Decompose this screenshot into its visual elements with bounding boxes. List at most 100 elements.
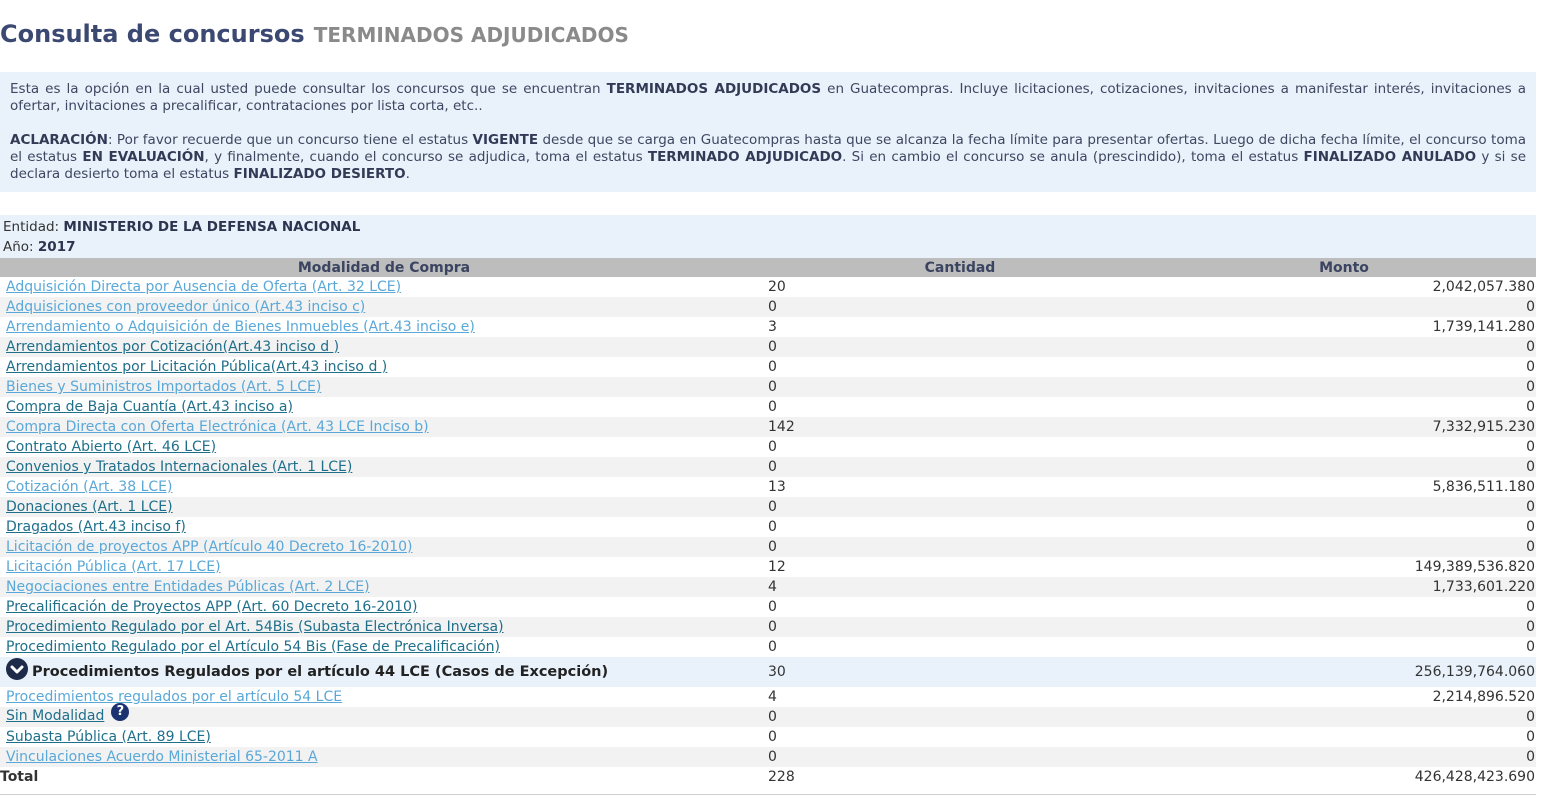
table-row: Compra Directa con Oferta Electrónica (A… [0, 417, 1536, 437]
cell-modality: Donaciones (Art. 1 LCE) [0, 497, 768, 517]
page-title: Consulta de concursos TERMINADOS ADJUDIC… [0, 20, 629, 48]
total-quantity: 228 [768, 767, 1152, 787]
cell-modality: Bienes y Suministros Importados (Art. 5 … [0, 377, 768, 397]
table-row: Contrato Abierto (Art. 46 LCE) 0 0 [0, 437, 1536, 457]
cell-amount: 0 [1152, 727, 1536, 747]
table-row: Procedimientos regulados por el artículo… [0, 687, 1536, 707]
modality-link[interactable]: Procedimiento Regulado por el Art. 54Bis… [6, 619, 504, 635]
cell-modality: Procedimiento Regulado por el Art. 54Bis… [0, 617, 768, 637]
modality-link[interactable]: Arrendamientos por Cotización(Art.43 inc… [6, 339, 339, 355]
modality-link[interactable]: Licitación de proyectos APP (Artículo 40… [6, 539, 413, 555]
cell-amount: 5,836,511.180 [1152, 477, 1536, 497]
table-row: Bienes y Suministros Importados (Art. 5 … [0, 377, 1536, 397]
table-row: Vinculaciones Acuerdo Ministerial 65-201… [0, 747, 1536, 767]
cell-quantity: 0 [768, 597, 1152, 617]
cell-modality: Subasta Pública (Art. 89 LCE) [0, 727, 768, 747]
column-header-modality[interactable]: Modalidad de Compra [0, 258, 768, 277]
table-row: Sin Modalidad? 0 0 [0, 703, 1536, 727]
table-row: Licitación de proyectos APP (Artículo 40… [0, 537, 1536, 557]
cell-amount: 0 [1152, 497, 1536, 517]
cell-modality: Arrendamientos por Licitación Pública(Ar… [0, 357, 768, 377]
modality-link[interactable]: Adquisiciones con proveedor único (Art.4… [6, 299, 365, 315]
modality-link[interactable]: Donaciones (Art. 1 LCE) [6, 499, 173, 515]
modality-link[interactable]: Subasta Pública (Art. 89 LCE) [6, 729, 211, 745]
cell-modality: Arrendamiento o Adquisición de Bienes In… [0, 317, 768, 337]
modality-link[interactable]: Licitación Pública (Art. 17 LCE) [6, 559, 221, 575]
cell-amount: 1,739,141.280 [1152, 317, 1536, 337]
cell-amount: 0 [1152, 597, 1536, 617]
cell-amount: 2,042,057.380 [1152, 277, 1536, 297]
entity-value: MINISTERIO DE LA DEFENSA NACIONAL [63, 219, 361, 235]
modality-link[interactable]: Sin Modalidad [6, 708, 104, 724]
cell-quantity: 0 [768, 397, 1152, 417]
cell-amount: 0 [1152, 617, 1536, 637]
help-icon[interactable]: ? [111, 703, 130, 721]
modality-link[interactable]: Procedimiento Regulado por el Artículo 5… [6, 639, 500, 655]
table-row: Adquisiciones con proveedor único (Art.4… [0, 297, 1536, 317]
cell-amount: 0 [1152, 537, 1536, 557]
cell-amount: 0 [1152, 437, 1536, 457]
cell-quantity: 0 [768, 437, 1152, 457]
cell-amount: 7,332,915.230 [1152, 417, 1536, 437]
group-label: Procedimientos Regulados por el artículo… [32, 664, 609, 680]
cell-amount: 0 [1152, 517, 1536, 537]
results-table: Modalidad de Compra Cantidad Monto Adqui… [0, 258, 1536, 787]
cell-amount: 256,139,764.060 [1152, 657, 1536, 687]
modality-link[interactable]: Cotización (Art. 38 LCE) [6, 479, 172, 495]
cell-modality: Licitación Pública (Art. 17 LCE) [0, 557, 768, 577]
cell-amount: 0 [1152, 747, 1536, 767]
modality-link[interactable]: Compra Directa con Oferta Electrónica (A… [6, 419, 429, 435]
modality-link[interactable]: Vinculaciones Acuerdo Ministerial 65-201… [6, 749, 318, 765]
year-value: 2017 [37, 239, 76, 255]
cell-quantity: 4 [768, 577, 1152, 597]
table-row: Donaciones (Art. 1 LCE) 0 0 [0, 497, 1536, 517]
modality-link[interactable]: Precalificación de Proyectos APP (Art. 6… [6, 599, 417, 615]
cell-amount: 149,389,536.820 [1152, 557, 1536, 577]
cell-modality: Arrendamientos por Cotización(Art.43 inc… [0, 337, 768, 357]
cell-quantity: 0 [768, 497, 1152, 517]
cell-amount: 0 [1152, 707, 1536, 727]
cell-modality: Licitación de proyectos APP (Artículo 40… [0, 537, 768, 557]
column-header-quantity[interactable]: Cantidad [768, 258, 1152, 277]
modality-link[interactable]: Adquisición Directa por Ausencia de Ofer… [6, 279, 401, 295]
table-row: Licitación Pública (Art. 17 LCE) 12 149,38… [0, 557, 1536, 577]
table-header-row: Modalidad de Compra Cantidad Monto [0, 258, 1536, 277]
cell-modality: Contrato Abierto (Art. 46 LCE) [0, 437, 768, 457]
cell-amount: 2,214,896.520 [1152, 687, 1536, 707]
table-bottom-border [0, 794, 1536, 795]
chevron-down-circle-icon[interactable] [6, 658, 28, 680]
table-row: Negociaciones entre Entidades Públicas (… [0, 577, 1536, 597]
cell-amount: 0 [1152, 337, 1536, 357]
modality-link[interactable]: Bienes y Suministros Importados (Art. 5 … [6, 379, 321, 395]
cell-modality: Precalificación de Proyectos APP (Art. 6… [0, 597, 768, 617]
cell-quantity: 0 [768, 297, 1152, 317]
group-row-excepcion[interactable]: Procedimientos Regulados por el artículo… [0, 657, 1536, 687]
modality-link[interactable]: Arrendamiento o Adquisición de Bienes In… [6, 319, 475, 335]
entity-line: Entidad: MINISTERIO DE LA DEFENSA NACION… [3, 218, 360, 236]
total-label: Total [0, 767, 768, 787]
modality-link[interactable]: Dragados (Art.43 inciso f) [6, 519, 186, 535]
title-main: Consulta de concursos [0, 20, 305, 48]
cell-quantity: 12 [768, 557, 1152, 577]
modality-link[interactable]: Compra de Baja Cuantía (Art.43 inciso a) [6, 399, 293, 415]
modality-link[interactable]: Arrendamientos por Licitación Pública(Ar… [6, 359, 387, 375]
table-row: Arrendamientos por Licitación Pública(Ar… [0, 357, 1536, 377]
cell-quantity: 0 [768, 457, 1152, 477]
table-row: Arrendamientos por Cotización(Art.43 inc… [0, 337, 1536, 357]
year-line: Año: 2017 [3, 238, 75, 256]
modality-link[interactable]: Contrato Abierto (Art. 46 LCE) [6, 439, 216, 455]
cell-modality: Adquisiciones con proveedor único (Art.4… [0, 297, 768, 317]
cell-quantity: 4 [768, 687, 1152, 707]
total-row: Total 228 426,428,423.690 [0, 767, 1536, 787]
cell-modality: Dragados (Art.43 inciso f) [0, 517, 768, 537]
cell-modality: Convenios y Tratados Internacionales (Ar… [0, 457, 768, 477]
cell-modality: Compra de Baja Cuantía (Art.43 inciso a) [0, 397, 768, 417]
modality-link[interactable]: Negociaciones entre Entidades Públicas (… [6, 579, 370, 595]
modality-link[interactable]: Procedimientos regulados por el artículo… [6, 689, 342, 705]
cell-modality: Procedimientos Regulados por el artículo… [0, 657, 768, 687]
cell-quantity: 13 [768, 477, 1152, 497]
modality-link[interactable]: Convenios y Tratados Internacionales (Ar… [6, 459, 352, 475]
cell-quantity: 0 [768, 537, 1152, 557]
column-header-amount[interactable]: Monto [1152, 258, 1536, 277]
table-row: Cotización (Art. 38 LCE) 13 5,836,511.180 [0, 477, 1536, 497]
